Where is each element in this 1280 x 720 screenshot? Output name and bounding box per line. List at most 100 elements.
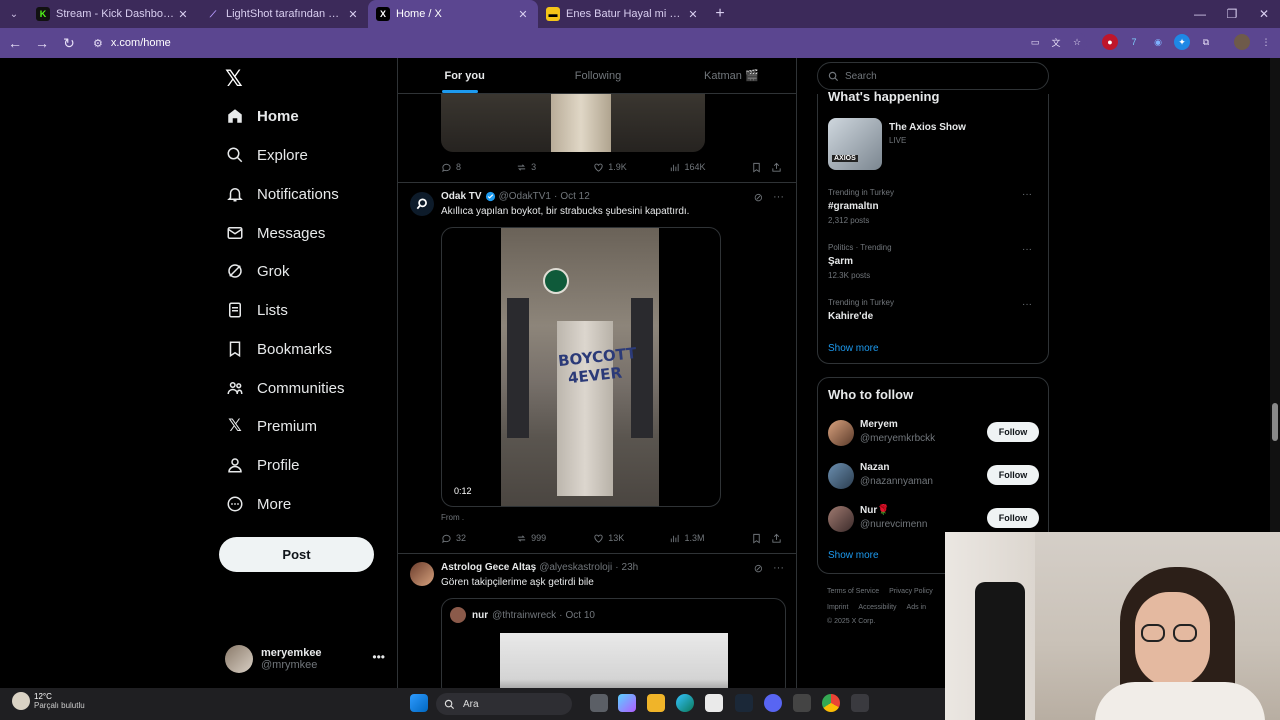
chrome-icon[interactable]	[822, 694, 840, 712]
store-icon[interactable]	[705, 694, 723, 712]
more-icon[interactable]: ···	[1022, 299, 1032, 310]
x-logo-icon[interactable]: 𝕏	[225, 66, 243, 92]
weather-widget[interactable]: 12°C Parçalı bulutlu	[12, 692, 85, 710]
scrollbar-thumb[interactable]	[1272, 403, 1278, 441]
more-icon[interactable]: ···	[1022, 189, 1032, 200]
back-icon[interactable]: ←	[3, 35, 27, 51]
install-icon[interactable]: ▭	[1027, 34, 1043, 50]
close-window-icon[interactable]: ✕	[1248, 0, 1280, 28]
trend-topic[interactable]: #gramaltın	[828, 201, 879, 212]
views-button[interactable]: 164K	[669, 162, 751, 173]
share-button[interactable]	[771, 533, 786, 544]
profile-avatar[interactable]	[1234, 34, 1250, 50]
close-icon[interactable]: ✕	[516, 8, 530, 21]
tweet-media[interactable]	[441, 94, 705, 152]
grok-icon[interactable]: ⊘	[754, 562, 763, 575]
more-icon[interactable]: •••	[372, 650, 385, 664]
more-icon[interactable]: ···	[773, 191, 784, 204]
tab-katman[interactable]: Katman 🎬	[665, 58, 796, 93]
nav-home[interactable]: Home	[225, 101, 299, 131]
taskbar-search[interactable]: Ara	[436, 693, 572, 715]
bookmark-button[interactable]	[751, 533, 771, 544]
nav-grok[interactable]: Grok	[225, 256, 290, 286]
like-button[interactable]: 13K	[593, 533, 669, 544]
user-name[interactable]: Meryem	[860, 419, 898, 430]
avatar[interactable]	[828, 463, 854, 489]
browser-tab-kick[interactable]: K Stream - Kick Dashboard ✕	[28, 0, 198, 28]
nav-lists[interactable]: Lists	[225, 295, 288, 325]
follow-button[interactable]: Follow	[987, 465, 1039, 485]
nav-explore[interactable]: Explore	[225, 140, 308, 170]
avatar[interactable]	[410, 192, 434, 216]
quoted-tweet[interactable]: nur @thtrainwreck · Oct 10	[441, 598, 786, 688]
trend-topic[interactable]: Şarm	[828, 256, 853, 267]
show-more-link[interactable]: Show more	[828, 343, 879, 354]
avatar[interactable]	[828, 420, 854, 446]
nav-communities[interactable]: Communities	[225, 373, 345, 403]
nav-messages[interactable]: Messages	[225, 218, 325, 248]
tab-for-you[interactable]: For you	[398, 58, 531, 93]
author-name[interactable]: Astrolog Gece Altaş	[441, 562, 536, 573]
footer-link[interactable]: Ads in	[907, 604, 926, 611]
tweet-time[interactable]: 23h	[622, 562, 639, 573]
edge-icon[interactable]	[676, 694, 694, 712]
grok-icon[interactable]: ⊘	[754, 191, 763, 204]
repost-button[interactable]: 3	[516, 162, 593, 173]
post-button[interactable]: Post	[219, 537, 374, 572]
copilot-icon[interactable]	[618, 694, 636, 712]
follow-button[interactable]: Follow	[987, 508, 1039, 528]
nav-profile[interactable]: Profile	[225, 450, 300, 480]
follow-button[interactable]: Follow	[987, 422, 1039, 442]
tab-search-icon[interactable]: ⌄	[0, 0, 28, 28]
extensions-puzzle-icon[interactable]: ⧉	[1198, 34, 1214, 50]
reload-icon[interactable]: ↻	[57, 35, 81, 52]
tweet-time[interactable]: Oct 12	[560, 191, 589, 202]
show-more-link[interactable]: Show more	[828, 550, 879, 561]
extension-icon[interactable]: ◉	[1150, 34, 1166, 50]
close-icon[interactable]: ✕	[176, 8, 190, 21]
new-tab-button[interactable]: +	[708, 5, 732, 23]
steam-icon[interactable]	[735, 694, 753, 712]
file-explorer-icon[interactable]	[647, 694, 665, 712]
browser-tab-x-home[interactable]: X Home / X ✕	[368, 0, 538, 28]
avatar[interactable]	[828, 506, 854, 532]
windows-start-icon[interactable]	[410, 694, 428, 712]
reply-button[interactable]: 32	[441, 533, 516, 544]
reply-button[interactable]: 8	[441, 162, 516, 173]
app-icon[interactable]	[793, 694, 811, 712]
bookmark-star-icon[interactable]: ☆	[1069, 34, 1085, 50]
extension-icon[interactable]: 7	[1126, 34, 1142, 50]
trend-topic[interactable]: Kahire'de	[828, 311, 873, 322]
tweet-video[interactable]: BOYCOTT 4EVER 0:12	[441, 227, 721, 507]
more-icon[interactable]: ···	[773, 562, 784, 575]
translate-icon[interactable]: 文	[1048, 34, 1064, 50]
close-icon[interactable]: ✕	[346, 8, 360, 21]
footer-link[interactable]: Accessibility	[858, 604, 896, 611]
forward-icon[interactable]: →	[30, 35, 54, 51]
nav-premium[interactable]: 𝕏 Premium	[225, 411, 317, 441]
task-view-icon[interactable]	[590, 694, 608, 712]
nav-more[interactable]: More	[225, 489, 291, 519]
site-info-icon[interactable]: ⚙	[93, 37, 103, 50]
author-handle[interactable]: @OdakTV1	[499, 191, 551, 202]
views-button[interactable]: 1.3M	[669, 533, 751, 544]
more-icon[interactable]: ···	[1022, 244, 1032, 255]
discord-icon[interactable]	[764, 694, 782, 712]
close-icon[interactable]: ✕	[686, 8, 700, 21]
nav-notifications[interactable]: Notifications	[225, 179, 339, 209]
avatar[interactable]	[410, 562, 434, 586]
user-name[interactable]: Nur🌹	[860, 505, 890, 516]
share-button[interactable]	[771, 162, 786, 173]
browser-tab-youtube[interactable]: ▬ Enes Batur Hayal mi Gerçek Mi ✕	[538, 0, 708, 28]
extension-icon[interactable]: ✦	[1174, 34, 1190, 50]
repost-button[interactable]: 999	[516, 533, 593, 544]
footer-link[interactable]: Terms of Service	[827, 588, 879, 595]
minimize-icon[interactable]: —	[1184, 0, 1216, 28]
author-handle[interactable]: @alyeskastroloji	[539, 562, 612, 573]
video-source[interactable]: From .	[441, 513, 464, 522]
address-bar[interactable]: ⚙ x.com/home	[87, 32, 1087, 54]
restore-icon[interactable]: ❐	[1216, 0, 1248, 28]
footer-link[interactable]: Privacy Policy	[889, 588, 933, 595]
axios-thumbnail[interactable]: AXIOS	[828, 118, 882, 170]
author-name[interactable]: Odak TV	[441, 191, 482, 202]
